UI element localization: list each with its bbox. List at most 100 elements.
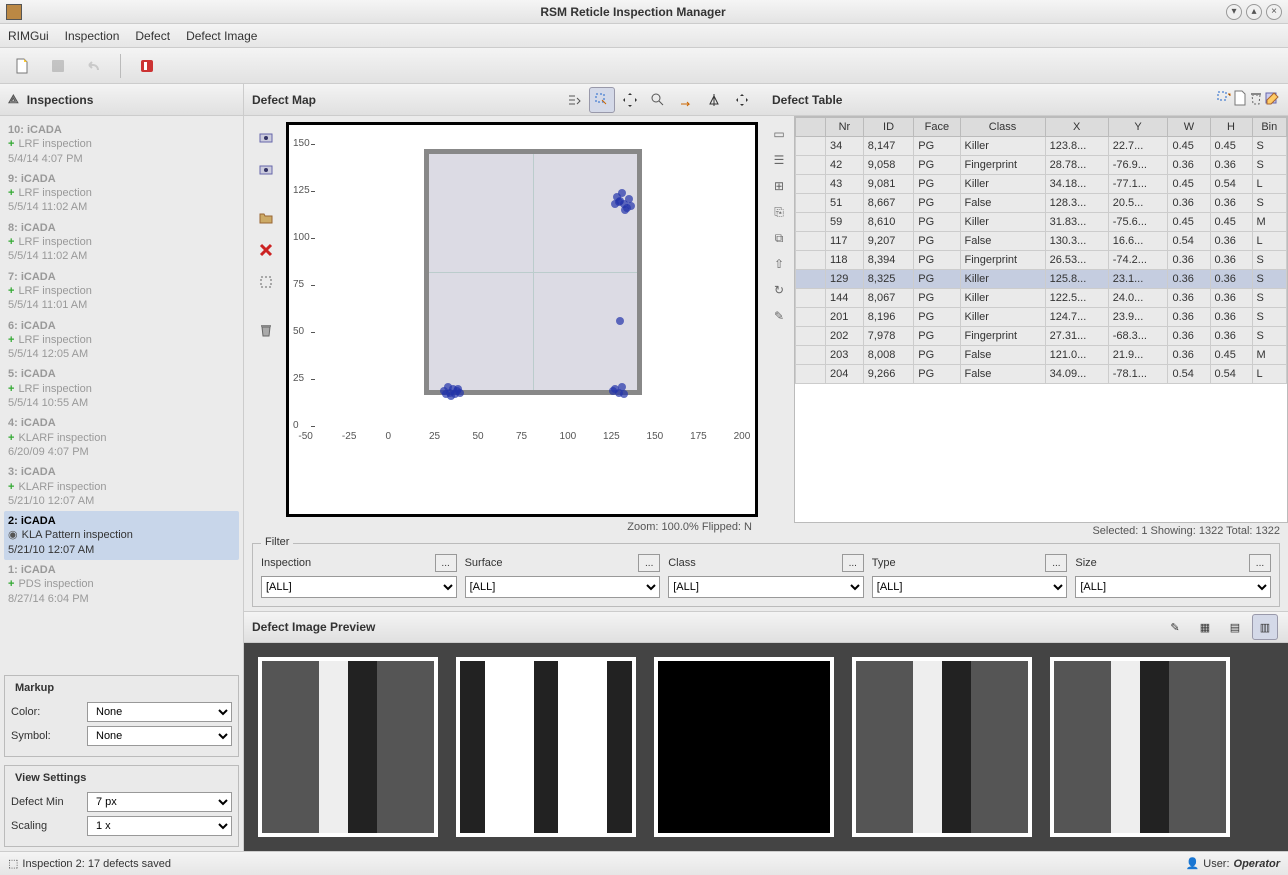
filter-ellipsis-button[interactable]: ... (638, 554, 660, 572)
x-tick-label: 25 (429, 431, 440, 442)
filter-ellipsis-button[interactable]: ... (1249, 554, 1271, 572)
map-zoom-button[interactable] (645, 87, 671, 113)
table-filter-icon[interactable]: ▭ (769, 124, 789, 144)
defect-table[interactable]: NrIDFaceClassXYWHBin348,147PGKiller123.8… (794, 116, 1288, 523)
table-copy-icon[interactable]: ⎘ (769, 202, 789, 222)
table-row[interactable]: 518,667PGFalse128.3...20.5...0.360.36S (796, 194, 1287, 213)
map-view2-button[interactable] (252, 156, 280, 184)
table-export-button[interactable] (1232, 90, 1248, 109)
save-button[interactable] (44, 52, 72, 80)
table-col-header[interactable]: ID (863, 118, 913, 137)
table-grid-icon[interactable]: ⊞ (769, 176, 789, 196)
defect-point[interactable] (625, 195, 633, 203)
table-refresh-icon[interactable]: ↻ (769, 280, 789, 300)
inspection-item[interactable]: 4: iCADA+KLARF inspection6/20/09 4:07 PM (4, 413, 239, 462)
table-row[interactable]: 1188,394PGFingerprint26.53...-74.2...0.3… (796, 251, 1287, 270)
filter-ellipsis-button[interactable]: ... (1045, 554, 1067, 572)
inspection-item[interactable]: 5: iCADA+LRF inspection5/5/14 10:55 AM (4, 364, 239, 413)
filter-ellipsis-button[interactable]: ... (842, 554, 864, 572)
table-col-header[interactable]: Y (1108, 118, 1168, 137)
menu-rimgui[interactable]: RIMGui (8, 29, 49, 43)
table-col-header[interactable]: Bin (1252, 118, 1286, 137)
preview-thumb[interactable] (258, 657, 438, 837)
table-row[interactable]: 1298,325PGKiller125.8...23.1...0.360.36S (796, 270, 1287, 289)
table-col-header[interactable]: W (1168, 118, 1210, 137)
map-delete-button[interactable] (252, 236, 280, 264)
defect-point[interactable] (609, 387, 617, 395)
table-row[interactable]: 439,081PGKiller34.18...-77.1...0.450.54L (796, 175, 1287, 194)
inspection-item[interactable]: 3: iCADA+KLARF inspection5/21/10 12:07 A… (4, 462, 239, 511)
map-pan-button[interactable] (617, 87, 643, 113)
maximize-button[interactable]: ▴ (1246, 4, 1262, 20)
table-note-icon[interactable]: ✎ (769, 306, 789, 326)
table-col-header[interactable]: Nr (826, 118, 864, 137)
inspection-item[interactable]: 7: iCADA+LRF inspection5/5/14 11:01 AM (4, 267, 239, 316)
map-options-button[interactable] (561, 87, 587, 113)
inspections-list[interactable]: 10: iCADA+LRF inspection5/4/14 4:07 PM9:… (0, 116, 243, 671)
table-row[interactable]: 2027,978PGFingerprint27.31...-68.3...0.3… (796, 327, 1287, 346)
map-select-button[interactable] (589, 87, 615, 113)
preview-edit-icon[interactable]: ✎ (1162, 614, 1188, 640)
table-columns-icon[interactable]: ☰ (769, 150, 789, 170)
preview-thumb[interactable] (1050, 657, 1230, 837)
map-view1-button[interactable] (252, 124, 280, 152)
filter-ellipsis-button[interactable]: ... (435, 554, 457, 572)
table-row[interactable]: 2049,266PGFalse34.09...-78.1...0.540.54L (796, 365, 1287, 384)
table-edit-button[interactable] (1264, 90, 1280, 109)
filter-select[interactable]: [ALL] (668, 576, 864, 598)
preview-grid3-icon[interactable]: ▥ (1252, 614, 1278, 640)
collapse-icon[interactable]: ⟁ (8, 92, 19, 107)
symbol-select[interactable]: None (87, 726, 232, 746)
preview-thumb[interactable] (456, 657, 636, 837)
inspection-item[interactable]: 8: iCADA+LRF inspection5/5/14 11:02 AM (4, 218, 239, 267)
table-row[interactable]: 1179,207PGFalse130.3...16.6...0.540.36L (796, 232, 1287, 251)
preview-grid1-icon[interactable]: ▦ (1192, 614, 1218, 640)
map-clear-button[interactable] (252, 268, 280, 296)
exit-button[interactable] (133, 52, 161, 80)
menu-defect-image[interactable]: Defect Image (186, 29, 257, 43)
minimize-button[interactable]: ▾ (1226, 4, 1242, 20)
map-open-button[interactable] (252, 204, 280, 232)
menu-inspection[interactable]: Inspection (65, 29, 120, 43)
new-button[interactable] (8, 52, 36, 80)
defectmin-select[interactable]: 7 px (87, 792, 232, 812)
table-up-icon[interactable]: ⇧ (769, 254, 789, 274)
map-plot[interactable]: 1501251007550250-50-25025507510012515017… (286, 122, 758, 517)
color-select[interactable]: None (87, 702, 232, 722)
map-flip-button[interactable] (701, 87, 727, 113)
table-row[interactable]: 348,147PGKiller123.8...22.7...0.450.45S (796, 137, 1287, 156)
defect-point[interactable] (620, 390, 628, 398)
table-row[interactable]: 598,610PGKiller31.83...-75.6...0.450.45M (796, 213, 1287, 232)
table-col-header[interactable]: Face (914, 118, 960, 137)
close-button[interactable]: × (1266, 4, 1282, 20)
table-paste-icon[interactable]: ⧉ (769, 228, 789, 248)
inspection-item[interactable]: 1: iCADA+PDS inspection8/27/14 6:04 PM (4, 560, 239, 609)
filter-select[interactable]: [ALL] (872, 576, 1068, 598)
menu-defect[interactable]: Defect (135, 29, 170, 43)
table-row[interactable]: 429,058PGFingerprint28.78...-76.9...0.36… (796, 156, 1287, 175)
undo-button[interactable] (80, 52, 108, 80)
inspection-item[interactable]: 9: iCADA+LRF inspection5/5/14 11:02 AM (4, 169, 239, 218)
table-col-header[interactable]: X (1045, 118, 1108, 137)
table-col-header[interactable]: H (1210, 118, 1252, 137)
preview-grid2-icon[interactable]: ▤ (1222, 614, 1248, 640)
filter-select[interactable]: [ALL] (465, 576, 661, 598)
map-reset-button[interactable] (673, 87, 699, 113)
table-row[interactable]: 1448,067PGKiller122.5...24.0...0.360.36S (796, 289, 1287, 308)
x-tick-label: 75 (516, 431, 527, 442)
filter-select[interactable]: [ALL] (261, 576, 457, 598)
preview-thumb[interactable] (852, 657, 1032, 837)
map-trash-button[interactable] (252, 316, 280, 344)
scaling-select[interactable]: 1 x (87, 816, 232, 836)
table-select-button[interactable] (1216, 90, 1232, 109)
table-row[interactable]: 2038,008PGFalse121.0...21.9...0.360.45M (796, 346, 1287, 365)
map-fit-button[interactable] (729, 87, 755, 113)
inspection-item[interactable]: 10: iCADA+LRF inspection5/4/14 4:07 PM (4, 120, 239, 169)
preview-thumb[interactable] (654, 657, 834, 837)
inspection-item[interactable]: 6: iCADA+LRF inspection5/5/14 12:05 AM (4, 316, 239, 365)
table-col-header[interactable]: Class (960, 118, 1045, 137)
inspection-item[interactable]: 2: iCADA◉KLA Pattern inspection5/21/10 1… (4, 511, 239, 560)
filter-select[interactable]: [ALL] (1075, 576, 1271, 598)
table-row[interactable]: 2018,196PGKiller124.7...23.9...0.360.36S (796, 308, 1287, 327)
table-delete-button[interactable] (1248, 90, 1264, 109)
